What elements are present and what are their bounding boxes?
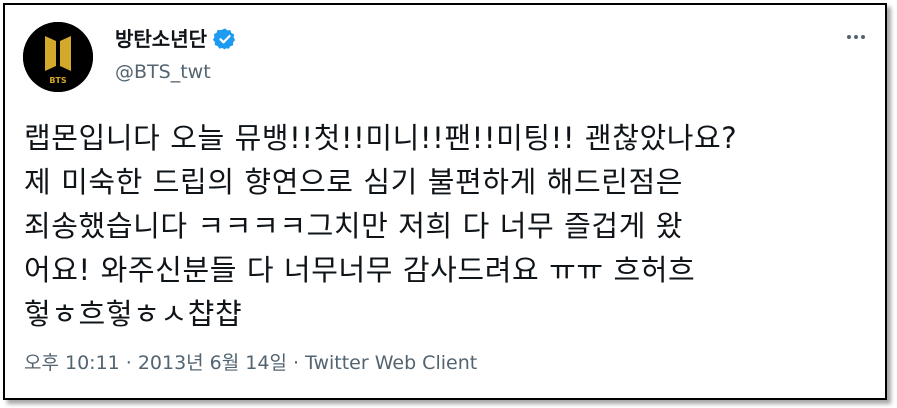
more-dot [854,35,858,39]
tweet-text-line: 죄송했습니다 ㅋㅋㅋㅋ그치만 저희 다 너무 즐겁게 왔 [24,209,684,243]
verified-badge-icon [212,27,237,51]
tweet-text-line: 헣ㅎ흐헣ㅎㅅ챱챱 [24,297,243,331]
tweet-client[interactable]: Twitter Web Client [305,352,477,374]
tweet-meta: 오후 10:11 · 2013년 6월 14일 · Twitter Web Client [24,351,477,375]
meta-separator: · [292,352,299,374]
more-dot [847,35,851,39]
author-name-row: 방탄소년단 [115,26,237,52]
more-horizontal-icon[interactable] [841,27,871,47]
tweet-text-line: 랩몬입니다 오늘 뮤뱅!!첫!!미니!!팬!!미팅!! 괜찮았나요? [24,121,738,155]
tweet-text: 랩몬입니다 오늘 뮤뱅!!첫!!미니!!팬!!미팅!! 괜찮았나요? 제 미숙한… [24,116,874,336]
meta-separator: · [125,352,132,374]
author-display-name[interactable]: 방탄소년단 [115,26,207,52]
tweet-date[interactable]: 2013년 6월 14일 [138,352,287,374]
avatar-logo-text: BTS [49,76,67,85]
tweet-card: BTS 방탄소년단 @BTS_twt 랩몬입니다 오늘 뮤뱅!!첫!!미니!!팬… [3,3,887,400]
tweet-time[interactable]: 오후 10:11 [24,352,120,374]
author-handle[interactable]: @BTS_twt [115,60,211,84]
tweet-text-line: 어요! 와주신분들 다 너무너무 감사드려요 ㅠㅠ 흐허흐 [24,253,696,287]
more-dot [861,35,865,39]
bts-logo-icon: BTS [23,22,93,92]
avatar[interactable]: BTS [23,22,93,92]
tweet-text-line: 제 미숙한 드립의 향연으로 심기 불편하게 해드린점은 [24,165,684,199]
